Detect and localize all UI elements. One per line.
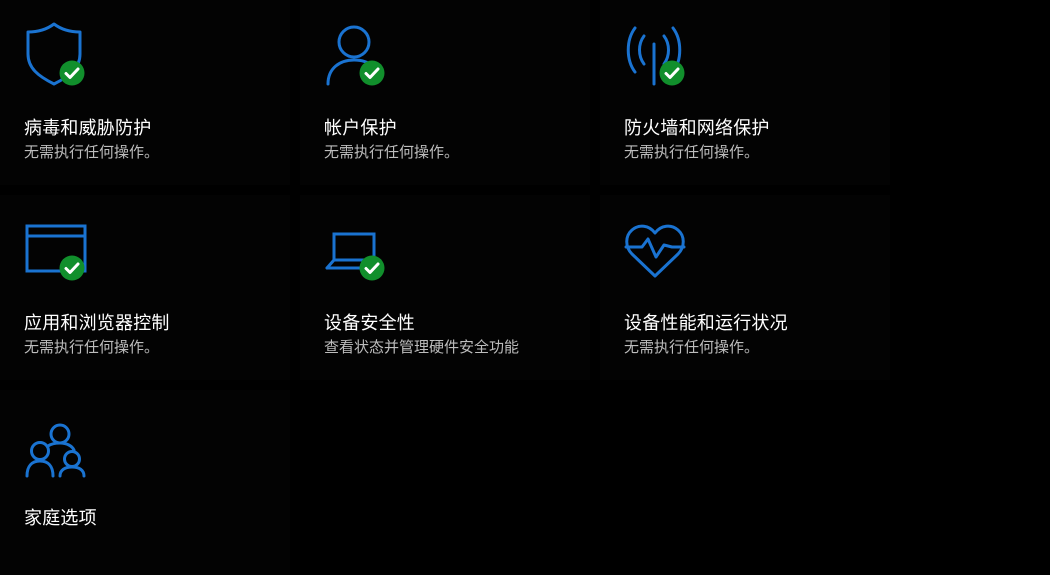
tile-description: 无需执行任何操作。	[324, 143, 460, 161]
tile-app-browser-control[interactable]: 应用和浏览器控制 无需执行任何操作。	[0, 195, 290, 380]
family-icon	[25, 423, 86, 478]
check-badge-icon	[359, 255, 385, 281]
tile-device-security[interactable]: 设备安全性 查看状态并管理硬件安全功能	[300, 195, 590, 380]
tile-account-protection[interactable]: 帐户保护 无需执行任何操作。	[300, 0, 590, 185]
shield-icon-container	[24, 22, 90, 88]
browser-window-icon-container	[24, 217, 90, 283]
tile-title: 防火墙和网络保护	[624, 118, 770, 139]
tile-description: 无需执行任何操作。	[24, 338, 160, 356]
check-badge-icon	[59, 255, 85, 281]
antenna-icon-container	[624, 22, 690, 88]
tile-title: 家庭选项	[24, 508, 97, 529]
tile-firewall-network-protection[interactable]: 防火墙和网络保护 无需执行任何操作。	[600, 0, 890, 185]
tile-device-performance-health[interactable]: 设备性能和运行状况 无需执行任何操作。	[600, 195, 890, 380]
tile-title: 应用和浏览器控制	[24, 313, 170, 334]
security-overview-grid: 病毒和威胁防护 无需执行任何操作。 帐户保护 无需执行任何操作。 防火墙和网络保…	[0, 0, 1050, 575]
tile-virus-threat-protection[interactable]: 病毒和威胁防护 无需执行任何操作。	[0, 0, 290, 185]
tile-title: 设备安全性	[324, 313, 415, 334]
heart-pulse-icon	[624, 224, 686, 278]
tile-description: 无需执行任何操作。	[24, 143, 160, 161]
check-badge-icon	[59, 60, 85, 86]
check-badge-icon	[359, 60, 385, 86]
person-icon-container	[324, 22, 390, 88]
tile-family-options[interactable]: 家庭选项	[0, 390, 290, 575]
check-badge-icon	[659, 60, 685, 86]
tile-title: 病毒和威胁防护	[24, 118, 152, 139]
tile-description: 无需执行任何操作。	[624, 338, 760, 356]
tile-description: 查看状态并管理硬件安全功能	[324, 338, 520, 356]
tile-title: 设备性能和运行状况	[624, 313, 788, 334]
tile-description: 无需执行任何操作。	[624, 143, 760, 161]
family-icon-container	[24, 420, 90, 486]
laptop-icon-container	[324, 217, 390, 283]
tile-title: 帐户保护	[324, 118, 397, 139]
heart-pulse-icon-container	[624, 217, 690, 283]
